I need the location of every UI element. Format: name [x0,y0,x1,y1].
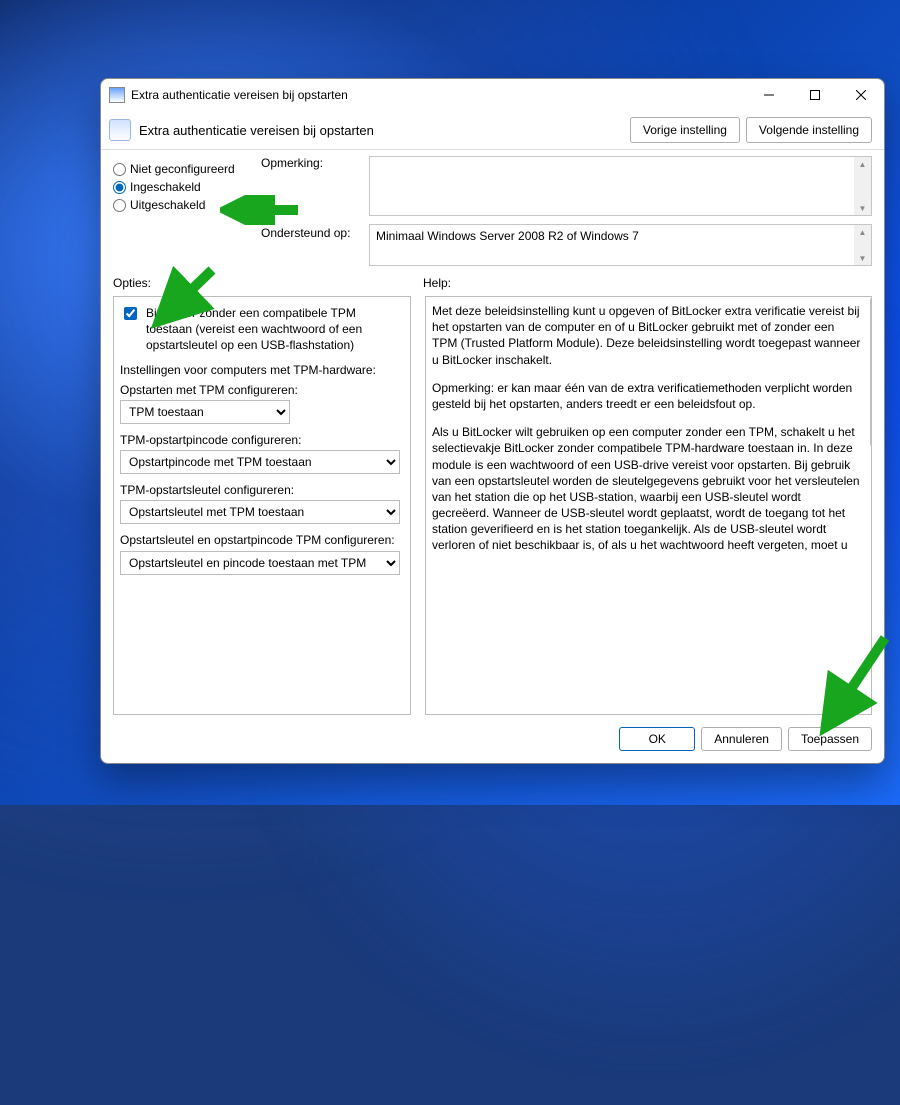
tpm-pin-label: TPM-opstartpincode configureren: [120,432,404,448]
radio-disabled[interactable] [113,199,126,212]
previous-setting-button[interactable]: Vorige instelling [630,117,740,143]
tpm-pin-select[interactable]: Opstartpincode met TPM toestaan [120,450,400,474]
help-scrollbar[interactable] [868,296,872,715]
meta-fields: ▲ ▼ Minimaal Windows Server 2008 R2 of W… [369,156,872,266]
radio-enabled[interactable] [113,181,126,194]
close-button[interactable] [838,79,884,111]
state-radios: Niet geconfigureerd Ingeschakeld Uitgesc… [113,156,261,266]
scrollbar[interactable]: ▲ ▼ [854,157,871,215]
next-setting-button[interactable]: Volgende instelling [746,117,872,143]
comment-textbox[interactable]: ▲ ▼ [369,156,872,216]
supported-on-textbox[interactable]: Minimaal Windows Server 2008 R2 of Windo… [369,224,872,266]
tpm-settings-header: Instellingen voor computers met TPM-hard… [120,362,404,378]
comment-label: Opmerking: [261,156,369,170]
chevron-up-icon[interactable]: ▲ [854,225,871,239]
radio-enabled-label: Ingeschakeld [130,180,201,194]
policy-dialog-window: Extra authenticatie vereisen bij opstart… [100,78,885,764]
chevron-up-icon[interactable]: ▲ [854,157,871,171]
allow-without-tpm-label: BitLocker zonder een compatibele TPM toe… [146,305,404,354]
chevron-down-icon[interactable]: ▼ [854,251,871,265]
options-pane[interactable]: BitLocker zonder een compatibele TPM toe… [113,296,411,715]
radio-not-configured[interactable] [113,163,126,176]
help-paragraph: Met deze beleidsinstelling kunt u opgeve… [432,303,861,368]
titlebar[interactable]: Extra authenticatie vereisen bij opstart… [101,79,884,111]
window-controls [746,79,884,111]
policy-title: Extra authenticatie vereisen bij opstart… [139,123,624,138]
tpm-startup-label: Opstarten met TPM configureren: [120,382,404,398]
help-paragraph: Als u BitLocker wilt gebruiken op een co… [432,424,861,554]
chevron-down-icon[interactable]: ▼ [854,201,871,215]
dialog-buttons: OK Annuleren Toepassen [101,715,884,763]
help-pane[interactable]: Met deze beleidsinstelling kunt u opgeve… [425,296,872,715]
radio-disabled-label: Uitgeschakeld [130,198,205,212]
scrollbar-thumb[interactable] [870,297,872,447]
cancel-button[interactable]: Annuleren [701,727,782,751]
scrollbar[interactable]: ▲ ▼ [854,225,871,265]
meta-labels: Opmerking: Ondersteund op: [261,156,369,266]
options-header: Opties: [113,276,423,290]
tpm-key-label: TPM-opstartsleutel configureren: [120,482,404,498]
column-headers: Opties: Help: [101,266,884,292]
policy-icon [109,119,131,141]
window-icon [109,87,125,103]
window-title: Extra authenticatie vereisen bij opstart… [131,88,746,102]
minimize-button[interactable] [746,79,792,111]
help-paragraph: Opmerking: er kan maar één van de extra … [432,380,861,412]
tpm-key-select[interactable]: Opstartsleutel met TPM toestaan [120,500,400,524]
allow-without-tpm-checkbox[interactable] [124,307,137,320]
apply-button[interactable]: Toepassen [788,727,872,751]
ok-button[interactable]: OK [619,727,695,751]
header-row: Extra authenticatie vereisen bij opstart… [101,111,884,150]
maximize-button[interactable] [792,79,838,111]
panes: BitLocker zonder een compatibele TPM toe… [101,292,884,715]
tpm-keypin-select[interactable]: Opstartsleutel en pincode toestaan met T… [120,551,400,575]
state-and-meta: Niet geconfigureerd Ingeschakeld Uitgesc… [101,150,884,266]
tpm-startup-select[interactable]: TPM toestaan [120,400,290,424]
supported-label: Ondersteund op: [261,226,369,240]
help-header: Help: [423,276,872,290]
radio-not-configured-label: Niet geconfigureerd [130,162,235,176]
tpm-keypin-label: Opstartsleutel en opstartpincode TPM con… [120,532,404,548]
supported-value: Minimaal Windows Server 2008 R2 of Windo… [376,229,639,243]
